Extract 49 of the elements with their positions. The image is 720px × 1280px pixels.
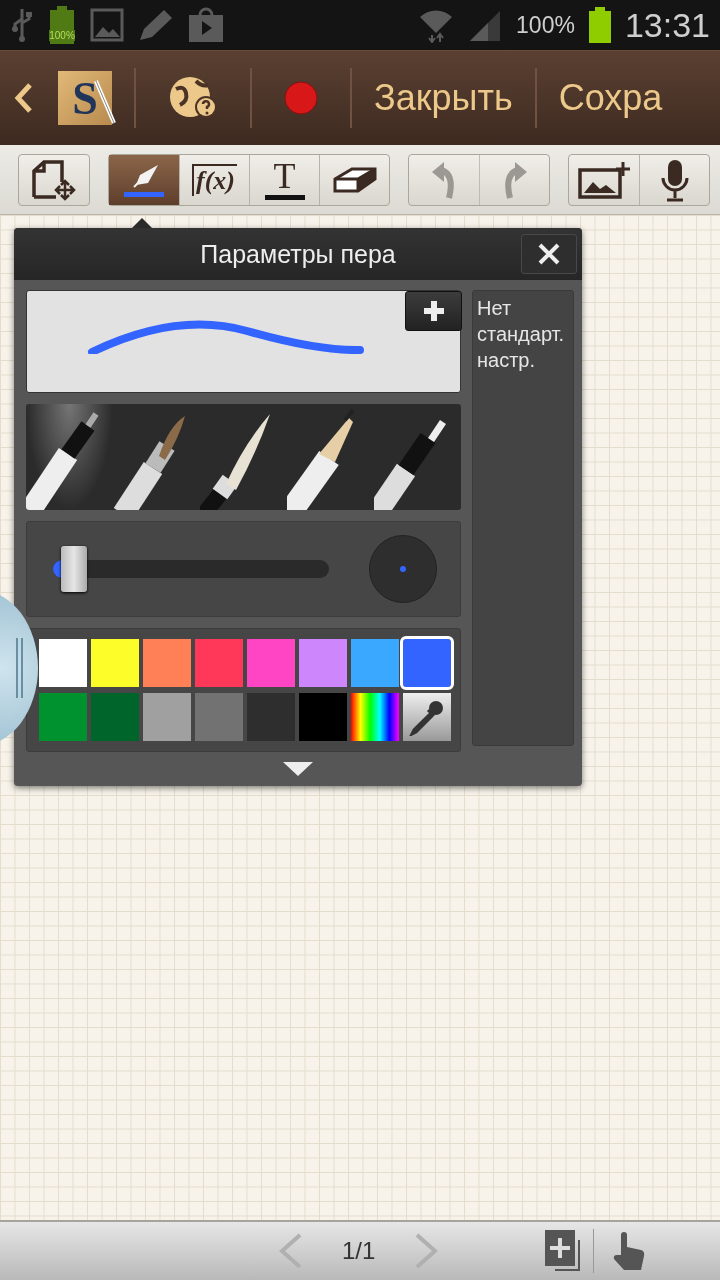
color-swatch[interactable]: [143, 693, 191, 741]
color-swatch[interactable]: [143, 639, 191, 687]
page-counter: 1/1: [342, 1237, 376, 1265]
size-slider[interactable]: [53, 546, 329, 592]
battery-icon: [588, 7, 611, 43]
usb-icon: [10, 7, 34, 43]
popup-pointer-icon: [132, 218, 152, 228]
action-button[interactable]: Закрыть: [352, 77, 535, 119]
formula-label: f(x): [192, 163, 237, 196]
color-swatch[interactable]: [351, 639, 399, 687]
eyedropper-button[interactable]: [403, 693, 451, 741]
close-icon: [537, 242, 561, 266]
add-preset-button[interactable]: [405, 291, 462, 331]
close-button[interactable]: [521, 234, 577, 274]
color-swatch[interactable]: [91, 693, 139, 741]
battery-percent: 100%: [516, 11, 575, 39]
color-swatch[interactable]: [39, 639, 87, 687]
hand-pointer-icon[interactable]: [612, 1231, 647, 1271]
pencil-icon: [138, 8, 174, 42]
action-button[interactable]: Сохра: [536, 77, 685, 119]
color-swatch[interactable]: [91, 639, 139, 687]
preset-note: Нет стандарт. настр.: [477, 296, 566, 373]
panel-title: Параметры пера: [200, 239, 396, 269]
color-swatch[interactable]: [299, 693, 347, 741]
shopping-bag-icon: [188, 7, 224, 43]
page-move-icon: [31, 158, 77, 201]
color-swatch[interactable]: [195, 693, 243, 741]
text-tool-label: T: [273, 159, 296, 192]
microphone-icon: [659, 157, 690, 202]
color-spectrum-button[interactable]: [351, 693, 399, 741]
image-icon: [90, 8, 124, 42]
text-tool-button[interactable]: T: [249, 154, 319, 205]
signal-icon: [468, 9, 503, 41]
plus-icon: [421, 299, 446, 323]
grip-icon: [16, 638, 24, 698]
add-page-icon[interactable]: [545, 1230, 582, 1272]
pen-tool-button[interactable]: [109, 154, 179, 205]
size-dot-icon: [400, 566, 406, 572]
formula-tool-button[interactable]: f(x): [179, 154, 249, 205]
color-swatch[interactable]: [39, 693, 87, 741]
color-swatch[interactable]: [403, 639, 451, 687]
back-icon[interactable]: [14, 82, 34, 114]
color-swatch[interactable]: [299, 639, 347, 687]
color-swatch[interactable]: [247, 639, 295, 687]
expand-icon[interactable]: [283, 762, 313, 776]
add-image-icon: [577, 159, 631, 200]
clock: 13:31: [624, 5, 710, 45]
color-swatch[interactable]: [247, 693, 295, 741]
color-swatch[interactable]: [195, 639, 243, 687]
